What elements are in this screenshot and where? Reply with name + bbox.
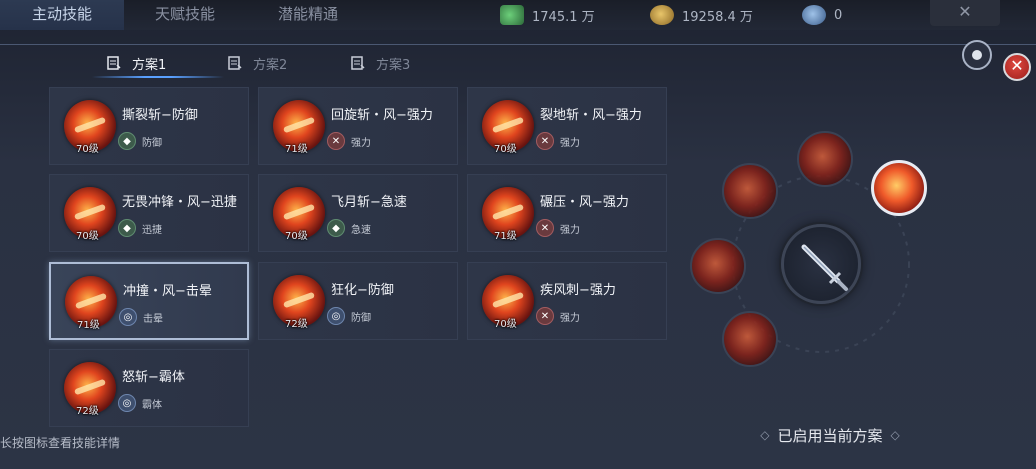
skill-name: 回旋斩・风−强力 [331,108,433,123]
wheel-skill-slot[interactable] [722,163,778,219]
skill-card-selected[interactable]: 71级 冲撞・风−击晕 ◎ 击晕 [49,262,249,340]
skill-level: 70级 [285,231,308,242]
stun-icon: ◎ [119,308,137,326]
skill-card[interactable]: 70级 飞月斩−急速 ◆ 急速 [258,174,458,252]
document-icon [350,55,366,71]
skill-level: 71级 [77,320,100,331]
attribute-label: 强力 [560,137,580,149]
tab-potential-mastery[interactable]: 潜能精通 [248,0,368,30]
skill-level: 70级 [494,319,517,330]
power-icon: ✕ [536,219,554,237]
skill-level: 71级 [494,231,517,242]
skill-name: 无畏冲锋・风−迅捷 [122,195,237,210]
resource-gold-value: 19258.4 万 [682,9,753,25]
wheel-skill-slot[interactable] [690,238,746,294]
skill-card[interactable]: 70级 疾风刺−强力 ✕ 强力 [467,262,667,340]
wheel-skill-slot[interactable] [797,131,853,187]
attribute-label: 防御 [351,312,371,324]
skill-attribute: ◆ 防御 [118,132,162,150]
skill-level: 70级 [76,231,99,242]
top-bar: 主动技能 天赋技能 潜能精通 1745.1 万 19258.4 万 0 ✕ [0,0,1036,30]
resource-green: 1745.1 万 [500,0,595,30]
plan-tab-label: 方案3 [376,57,411,73]
skill-attribute: ✕ 强力 [327,132,371,150]
resource-crystal-value: 0 [834,7,843,23]
haste-icon: ◆ [327,219,345,237]
skill-level: 71级 [285,144,308,155]
skill-card[interactable]: 70级 裂地斩・风−强力 ✕ 强力 [467,87,667,165]
document-icon [227,55,243,71]
close-icon: ✕ [1010,56,1024,75]
skill-name: 裂地斩・风−强力 [540,108,642,123]
plan-tab-3[interactable]: 方案3 [350,50,430,76]
attribute-label: 迅捷 [142,224,162,236]
resource-gold: 19258.4 万 [650,0,753,30]
skill-card[interactable]: 71级 回旋斩・风−强力 ✕ 强力 [258,87,458,165]
hint-text: 长按图标查看技能详情 [0,436,121,450]
skill-level: 72级 [285,319,308,330]
resource-green-value: 1745.1 万 [532,9,595,25]
skill-attribute: ◎ 击晕 [119,308,163,326]
power-icon: ✕ [536,132,554,150]
attribute-label: 强力 [351,137,371,149]
top-close-button[interactable]: ✕ [930,0,1000,26]
skill-card[interactable]: 72级 狂化−防御 ◎ 防御 [258,262,458,340]
skill-card[interactable]: 72级 怒斩−霸体 ◎ 霸体 [49,349,249,427]
resource-crystal: 0 [802,0,842,30]
skill-name: 疾风刺−强力 [540,283,616,298]
skill-attribute: ✕ 强力 [536,307,580,325]
status-label: 已启用当前方案 [777,426,883,445]
tab-talent-skills[interactable]: 天赋技能 [126,0,244,30]
power-icon: ✕ [327,132,345,150]
green-gem-icon [500,5,524,25]
skill-name: 冲撞・风−击晕 [123,284,212,299]
swift-icon: ◆ [118,219,136,237]
skill-attribute: ✕ 强力 [536,132,580,150]
skill-name: 撕裂斩−防御 [122,108,198,123]
close-icon: ✕ [958,2,972,21]
attribute-label: 强力 [560,224,580,236]
skill-name: 狂化−防御 [331,283,394,298]
skill-level: 70级 [494,144,517,155]
skill-level: 70级 [76,144,99,155]
plan-tab-1[interactable]: 方案1 [92,50,224,78]
close-button[interactable]: ✕ [1003,53,1031,81]
skill-card[interactable]: 70级 撕裂斩−防御 ◆ 防御 [49,87,249,165]
attack-button[interactable] [781,224,861,304]
attribute-label: 强力 [560,312,580,324]
power-icon: ✕ [536,307,554,325]
sword-icon [801,244,848,291]
ornament-right-icon: ◇ [890,428,900,442]
tab-active-skills[interactable]: 主动技能 [0,0,124,30]
defense-cloud-icon: ◎ [327,307,345,325]
skill-attribute: ◆ 迅捷 [118,219,162,237]
attribute-label: 防御 [142,137,162,149]
ornament-left-icon: ◇ [760,428,770,442]
skill-level: 72级 [76,406,99,417]
skill-card[interactable]: 70级 无畏冲锋・风−迅捷 ◆ 迅捷 [49,174,249,252]
skill-attribute: ◆ 急速 [327,219,371,237]
attribute-label: 霸体 [142,399,162,411]
skill-attribute: ◎ 防御 [327,307,371,325]
attribute-label: 击晕 [143,313,163,325]
toggle-button[interactable] [962,40,992,70]
gold-coin-icon [650,5,674,25]
wheel-skill-slot[interactable] [722,311,778,367]
plan-tab-2[interactable]: 方案2 [227,50,307,76]
blue-crystal-icon [802,5,826,25]
super-armor-icon: ◎ [118,394,136,412]
document-icon [106,55,122,71]
skill-name: 怒斩−霸体 [122,370,185,385]
attribute-label: 急速 [351,224,371,236]
skill-card[interactable]: 71级 碾压・风−强力 ✕ 强力 [467,174,667,252]
plan-status: ◇ 已启用当前方案 ◇ [742,425,918,445]
plan-tab-label: 方案1 [132,57,167,73]
wheel-skill-slot-active[interactable] [871,160,927,216]
skill-name: 飞月斩−急速 [331,195,407,210]
skill-attribute: ◎ 霸体 [118,394,162,412]
skill-name: 碾压・风−强力 [540,195,629,210]
skill-attribute: ✕ 强力 [536,219,580,237]
shield-icon: ◆ [118,132,136,150]
plan-tab-label: 方案2 [253,57,288,73]
